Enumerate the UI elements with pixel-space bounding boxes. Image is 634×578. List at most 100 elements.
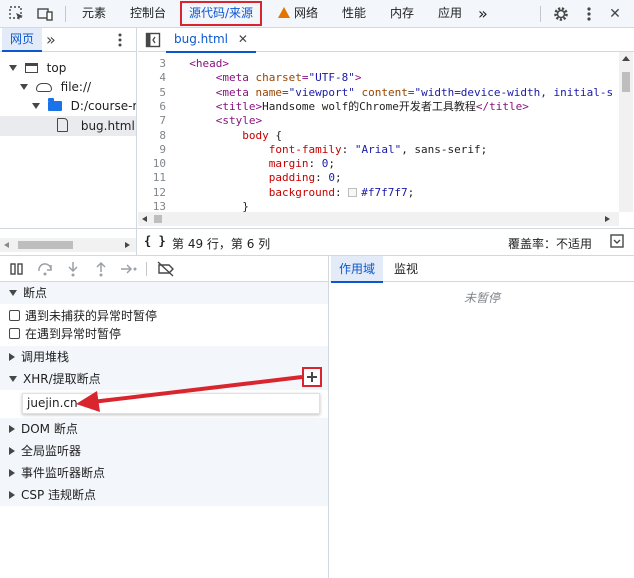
line-number[interactable]: 4 bbox=[138, 71, 176, 85]
section-title: 全局监听器 bbox=[21, 444, 82, 458]
file-navigator: 网页 » top file:// D:/course-rec bug.html bbox=[0, 28, 137, 256]
section-title: CSP 违规断点 bbox=[21, 488, 97, 502]
devtools-toolbar: 元素 控制台 源代码/来源 网络 性能 内存 应用 » ✕ bbox=[0, 0, 634, 28]
pause-caught-checkbox[interactable] bbox=[9, 328, 20, 339]
debugger-toolbar bbox=[0, 256, 328, 282]
line-number[interactable]: 5 bbox=[138, 86, 176, 100]
navigator-more-button[interactable]: » bbox=[46, 28, 56, 51]
more-tabs-button[interactable]: » bbox=[474, 0, 492, 27]
section-breakpoints[interactable]: 断点 bbox=[0, 282, 328, 304]
scope-tabbar: 作用域 监视 bbox=[330, 256, 634, 283]
code-token: 0 bbox=[328, 171, 335, 185]
line-number[interactable]: 3 bbox=[138, 57, 176, 71]
pretty-print-icon[interactable]: { } bbox=[144, 234, 166, 248]
code-line: 6 <title>Handsome wolf的Chrome开发者工具教程</ti… bbox=[138, 100, 618, 114]
line-number[interactable]: 8 bbox=[138, 129, 176, 143]
kebab-icon[interactable] bbox=[580, 5, 598, 23]
tree-item-file-scheme[interactable]: file:// bbox=[0, 77, 136, 97]
tab-sources[interactable]: 源代码/来源 bbox=[180, 1, 263, 26]
code-token: <meta bbox=[176, 71, 256, 85]
section-csp-breakpoints[interactable]: CSP 违规断点 bbox=[0, 484, 328, 506]
drawer-toggle-icon[interactable] bbox=[610, 234, 624, 248]
file-tab-bug-html[interactable]: bug.html ✕ bbox=[166, 28, 256, 53]
editor-vertical-scrollbar[interactable] bbox=[619, 52, 633, 212]
inspect-element-icon[interactable] bbox=[8, 5, 26, 23]
code-line: 11 padding: 0; bbox=[138, 171, 618, 185]
tab-memory[interactable]: 内存 bbox=[386, 0, 418, 27]
tab-network[interactable]: 网络 bbox=[274, 0, 322, 27]
tab-console[interactable]: 控制台 bbox=[126, 0, 170, 27]
line-number[interactable]: 11 bbox=[138, 171, 176, 185]
section-dom-breakpoints[interactable]: DOM 断点 bbox=[0, 418, 328, 440]
chevron-right-icon bbox=[9, 425, 15, 433]
code-token: "UTF-8" bbox=[308, 71, 355, 85]
line-number[interactable]: 6 bbox=[138, 100, 176, 114]
line-number[interactable]: 10 bbox=[138, 157, 176, 171]
pause-uncaught-checkbox[interactable] bbox=[9, 310, 20, 321]
section-title: 事件监听器断点 bbox=[21, 466, 106, 480]
cloud-icon bbox=[35, 83, 52, 92]
pause-icon[interactable] bbox=[9, 261, 25, 277]
tab-page[interactable]: 网页 bbox=[2, 28, 43, 52]
folder-icon bbox=[47, 98, 62, 111]
option-label: 在遇到异常时暂停 bbox=[25, 327, 122, 341]
chevron-right-icon bbox=[9, 447, 15, 455]
code-token: ; bbox=[334, 171, 342, 185]
gear-icon[interactable] bbox=[552, 5, 570, 23]
line-number[interactable]: 7 bbox=[138, 114, 176, 128]
tree-item-top[interactable]: top bbox=[0, 58, 136, 78]
color-swatch[interactable] bbox=[348, 187, 358, 197]
tab-scope[interactable]: 作用域 bbox=[331, 256, 384, 283]
code-token: charset bbox=[255, 71, 302, 85]
scroll-up-icon[interactable] bbox=[622, 56, 630, 61]
toolbar-divider bbox=[540, 6, 541, 22]
tree-item-folder[interactable]: D:/course-rec bbox=[0, 96, 136, 116]
line-number[interactable]: 9 bbox=[138, 143, 176, 157]
scrollbar-thumb[interactable] bbox=[622, 72, 630, 92]
step-into-icon[interactable] bbox=[65, 261, 81, 277]
step-over-icon[interactable] bbox=[37, 261, 53, 277]
tab-performance[interactable]: 性能 bbox=[338, 0, 370, 27]
step-out-icon[interactable] bbox=[93, 261, 109, 277]
section-global-listeners[interactable]: 全局监听器 bbox=[0, 440, 328, 462]
code-token: <style> bbox=[176, 114, 263, 128]
pause-caught-option[interactable]: 在遇到异常时暂停 bbox=[0, 323, 328, 345]
code-editor: bug.html ✕ 3 <head> 4 <meta charset="UTF-… bbox=[138, 28, 634, 228]
tab-network-label: 网络 bbox=[294, 6, 319, 20]
code-token: { bbox=[268, 128, 282, 142]
tab-watch[interactable]: 监视 bbox=[386, 256, 426, 282]
code-line: 4 <meta charset="UTF-8"> bbox=[138, 71, 618, 85]
scrollbar-thumb[interactable] bbox=[154, 215, 162, 223]
code-token: body bbox=[176, 128, 269, 142]
close-icon[interactable]: ✕ bbox=[238, 32, 248, 46]
code-line: 10 margin: 0; bbox=[138, 157, 618, 171]
warning-icon bbox=[278, 7, 290, 18]
code-token: <meta bbox=[176, 85, 256, 99]
code-line: 7 <style> bbox=[138, 114, 618, 128]
device-toolbar-icon[interactable] bbox=[36, 5, 54, 23]
scroll-left-icon[interactable] bbox=[142, 216, 147, 222]
code-area[interactable]: 3 <head> 4 <meta charset="UTF-8"> 5 <meta … bbox=[138, 52, 634, 239]
section-call-stack[interactable]: 调用堆栈 bbox=[0, 346, 328, 368]
code-token: "width=device-width, initial-s bbox=[414, 85, 614, 99]
code-token: name bbox=[255, 85, 282, 99]
scroll-right-icon[interactable] bbox=[605, 216, 610, 222]
tree-item-bug-html[interactable]: bug.html bbox=[0, 116, 136, 136]
close-icon[interactable]: ✕ bbox=[606, 5, 624, 23]
tab-application[interactable]: 应用 bbox=[434, 0, 466, 27]
code-token: content bbox=[361, 85, 408, 99]
editor-status-bar: { } 第 49 行，第 6 列 覆盖率：不适用 bbox=[0, 228, 634, 256]
deactivate-breakpoints-icon[interactable] bbox=[157, 261, 174, 277]
editor-horizontal-scrollbar[interactable] bbox=[138, 212, 619, 226]
tab-elements[interactable]: 元素 bbox=[78, 0, 110, 27]
kebab-icon[interactable] bbox=[114, 31, 126, 49]
step-icon[interactable] bbox=[120, 261, 137, 277]
toggle-navigator-icon[interactable] bbox=[145, 32, 161, 48]
code-token: > bbox=[354, 71, 362, 85]
tree-item-label: top bbox=[46, 61, 67, 75]
line-number[interactable]: 12 bbox=[138, 186, 176, 200]
chevron-right-icon bbox=[9, 469, 15, 477]
code-token: : bbox=[315, 171, 329, 185]
code-token: Handsome wolf的Chrome开发者工具教程 bbox=[262, 99, 476, 113]
section-event-listener-breakpoints[interactable]: 事件监听器断点 bbox=[0, 462, 328, 484]
